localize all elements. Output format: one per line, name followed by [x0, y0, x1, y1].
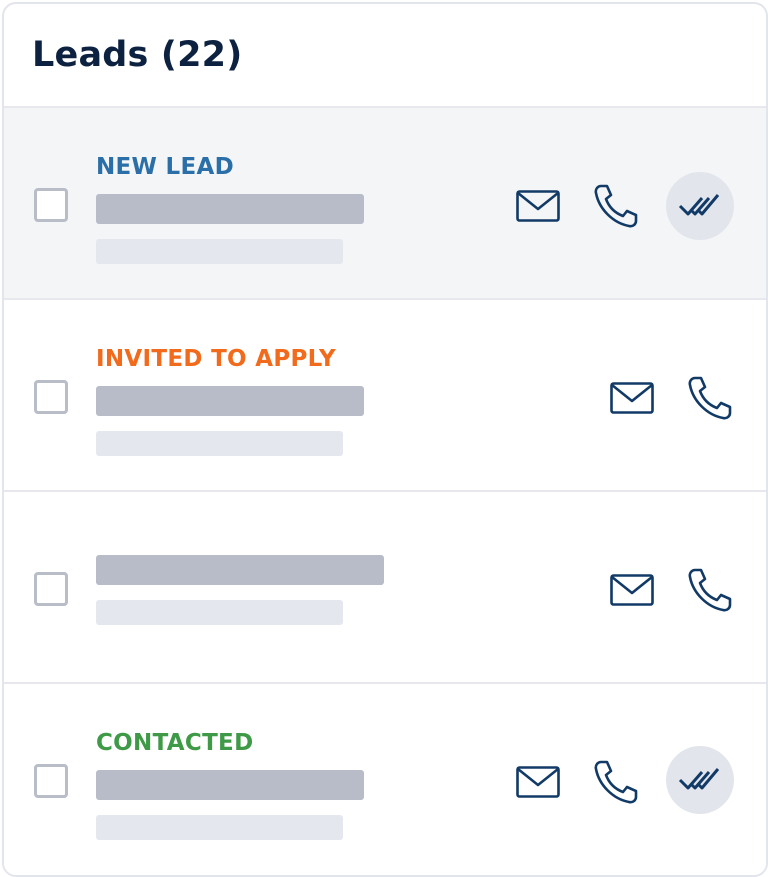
- lead-row[interactable]: NEW LEAD: [4, 108, 766, 300]
- phone-icon[interactable]: [592, 182, 640, 230]
- double-check-icon: [678, 768, 720, 790]
- envelope-icon[interactable]: [516, 190, 560, 222]
- envelope-icon[interactable]: [610, 574, 654, 606]
- lead-detail-placeholder: [96, 815, 343, 840]
- lead-row[interactable]: [4, 492, 766, 684]
- select-checkbox[interactable]: [34, 764, 68, 798]
- select-checkbox[interactable]: [34, 188, 68, 222]
- phone-icon[interactable]: [686, 566, 734, 614]
- phone-icon[interactable]: [686, 374, 734, 422]
- status-label: CONTACTED: [96, 730, 254, 756]
- lead-row[interactable]: CONTACTED: [4, 684, 766, 875]
- lead-detail-placeholder: [96, 600, 343, 625]
- panel-header: Leads (22): [4, 4, 766, 108]
- envelope-icon[interactable]: [516, 766, 560, 798]
- mark-contacted-button[interactable]: [666, 172, 734, 240]
- phone-icon[interactable]: [592, 758, 640, 806]
- leads-panel: Leads (22) NEW LEAD INVITED TO APPLY CON…: [2, 2, 768, 877]
- lead-name-placeholder: [96, 194, 364, 224]
- select-checkbox[interactable]: [34, 572, 68, 606]
- status-label: INVITED TO APPLY: [96, 346, 336, 372]
- page-title: Leads (22): [32, 35, 243, 75]
- double-check-icon: [678, 194, 720, 216]
- lead-name-placeholder: [96, 555, 384, 585]
- lead-row[interactable]: INVITED TO APPLY: [4, 300, 766, 492]
- lead-detail-placeholder: [96, 431, 343, 456]
- select-checkbox[interactable]: [34, 380, 68, 414]
- lead-detail-placeholder: [96, 239, 343, 264]
- mark-contacted-button[interactable]: [666, 746, 734, 814]
- envelope-icon[interactable]: [610, 382, 654, 414]
- lead-name-placeholder: [96, 770, 364, 800]
- status-label: NEW LEAD: [96, 154, 234, 180]
- lead-name-placeholder: [96, 386, 364, 416]
